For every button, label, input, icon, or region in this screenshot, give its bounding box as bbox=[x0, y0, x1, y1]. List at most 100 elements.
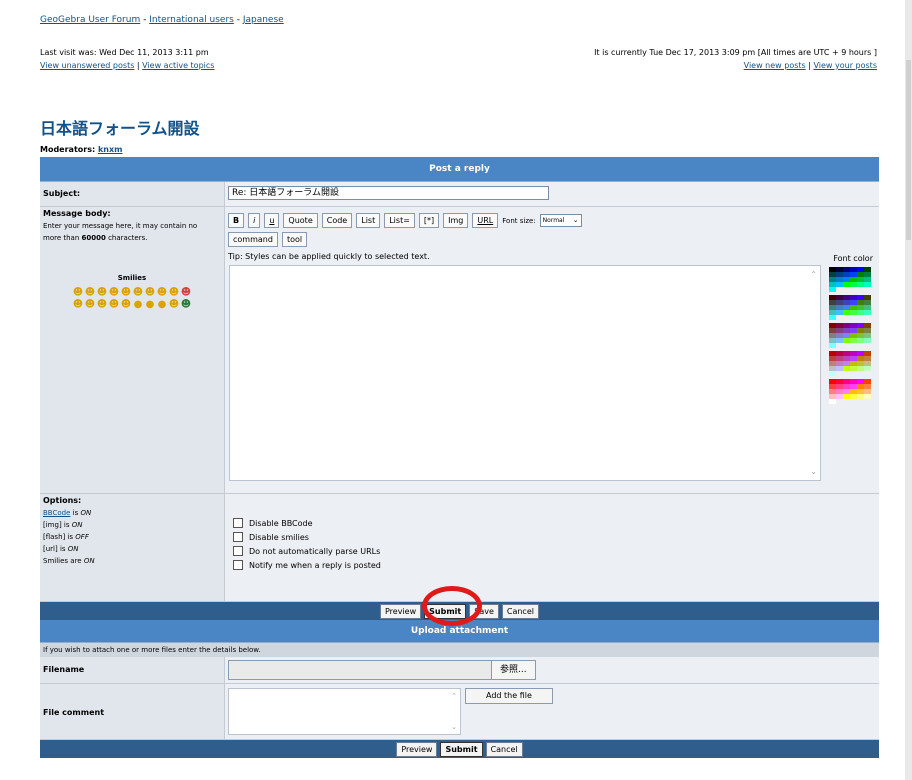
filename-input[interactable] bbox=[228, 660, 492, 680]
message-hint-suffix: characters. bbox=[105, 234, 148, 242]
smiley-icon[interactable]: ☻ bbox=[84, 287, 96, 299]
chevron-down-icon: ⌄ bbox=[572, 216, 579, 224]
view-yours-link[interactable]: View your posts bbox=[813, 61, 877, 70]
smiley-icon[interactable]: ☻ bbox=[120, 287, 132, 299]
checkbox[interactable] bbox=[233, 546, 243, 556]
checkbox[interactable] bbox=[233, 560, 243, 570]
checkbox[interactable] bbox=[233, 518, 243, 528]
message-textarea[interactable]: ⌃ ⌄ bbox=[229, 265, 821, 481]
smiley-icon[interactable]: ☻ bbox=[108, 299, 120, 311]
submit-button[interactable]: Submit bbox=[424, 603, 467, 619]
styles-tip: Tip: Styles can be applied quickly to se… bbox=[228, 252, 430, 261]
moderators: Moderators: knxm bbox=[40, 145, 123, 154]
post-reply-panel: Post a reply Subject: Re: 日本語フォーラム開設 Mes… bbox=[40, 157, 879, 758]
smilies-status: Smilies are ON bbox=[43, 557, 221, 565]
current-time-block: It is currently Tue Dec 17, 2013 3:09 pm… bbox=[594, 48, 877, 70]
list-item-button[interactable]: [*] bbox=[418, 213, 440, 228]
smiley-icon[interactable]: ● bbox=[156, 299, 168, 311]
font-size-label: Font size: bbox=[502, 216, 536, 225]
url-status-value: ON bbox=[67, 545, 79, 553]
breadcrumb-forum[interactable]: GeoGebra User Forum bbox=[40, 15, 140, 25]
checkbox[interactable] bbox=[233, 532, 243, 542]
smiley-icon[interactable]: ☻ bbox=[180, 299, 192, 311]
filename-label: Filename bbox=[43, 665, 85, 674]
add-file-button[interactable]: Add the file bbox=[465, 688, 553, 704]
save-button[interactable]: Save bbox=[469, 603, 499, 619]
smiley-icon[interactable]: ● bbox=[144, 299, 156, 311]
bbcode-link[interactable]: BBCode bbox=[43, 509, 70, 517]
subject-input[interactable]: Re: 日本語フォーラム開設 bbox=[228, 186, 549, 200]
underline-button[interactable]: u bbox=[264, 213, 280, 228]
bold-button[interactable]: B bbox=[228, 213, 245, 228]
message-row: Message body: Enter your message here, i… bbox=[40, 207, 879, 494]
url-status-label: [url] is bbox=[43, 545, 68, 553]
list-button[interactable]: List bbox=[356, 213, 381, 228]
notify-option[interactable]: Notify me when a reply is posted bbox=[233, 560, 876, 570]
flash-status: [flash] is OFF bbox=[43, 533, 221, 541]
smiley-icon[interactable]: ☻ bbox=[96, 287, 108, 299]
view-new-link[interactable]: View new posts bbox=[744, 61, 806, 70]
breadcrumb-japanese[interactable]: Japanese bbox=[243, 15, 284, 25]
smiley-icon[interactable]: ☻ bbox=[120, 299, 132, 311]
upload-info: If you wish to attach one or more files … bbox=[40, 643, 879, 657]
browse-button[interactable]: 参照... bbox=[491, 660, 536, 680]
breadcrumb: GeoGebra User Forum - International user… bbox=[40, 15, 284, 25]
scroll-down-icon[interactable]: ⌄ bbox=[810, 467, 817, 476]
smiley-icon[interactable]: ☻ bbox=[96, 299, 108, 311]
command-button[interactable]: command bbox=[228, 232, 278, 247]
smiley-icon[interactable]: ☻ bbox=[156, 287, 168, 299]
smiley-icon[interactable]: ☻ bbox=[168, 287, 180, 299]
message-hint-max: 60000 bbox=[81, 234, 106, 242]
view-unanswered-link[interactable]: View unanswered posts bbox=[40, 61, 134, 70]
cancel-button[interactable]: Cancel bbox=[501, 603, 539, 619]
message-label: Message body: bbox=[43, 209, 111, 218]
checkbox-label: Disable smilies bbox=[249, 532, 309, 542]
bbcode-status-suffix: is bbox=[70, 509, 81, 517]
submit-button-bottom[interactable]: Submit bbox=[440, 741, 483, 757]
checkbox-label: Disable BBCode bbox=[249, 518, 313, 528]
file-comment-row: File comment ⌃ ⌄ Add the file bbox=[40, 684, 879, 740]
font-color-label: Font color bbox=[833, 254, 873, 263]
smiley-icon[interactable]: ● bbox=[132, 299, 144, 311]
scroll-down-icon[interactable]: ⌄ bbox=[451, 723, 457, 731]
scrollbar[interactable] bbox=[905, 0, 912, 780]
preview-button-bottom[interactable]: Preview bbox=[396, 741, 438, 757]
scroll-up-icon[interactable]: ⌃ bbox=[451, 692, 457, 700]
quote-button[interactable]: Quote bbox=[283, 213, 318, 228]
disable-bbcode-option[interactable]: Disable BBCode bbox=[233, 518, 876, 528]
cancel-button-bottom[interactable]: Cancel bbox=[485, 741, 523, 757]
smiley-icon[interactable]: ☻ bbox=[108, 287, 120, 299]
breadcrumb-international[interactable]: International users bbox=[149, 15, 234, 25]
last-visit-block: Last visit was: Wed Dec 11, 2013 3:11 pm… bbox=[40, 48, 215, 70]
smiley-icon[interactable]: ☻ bbox=[168, 299, 180, 311]
img-status: [img] is ON bbox=[43, 521, 221, 529]
font-color-palette[interactable] bbox=[829, 267, 873, 407]
message-hint-line1: Enter your message here, it may contain … bbox=[43, 222, 198, 230]
bbcode-toolbar: B i u Quote Code List List= [*] Img URL … bbox=[228, 213, 876, 228]
smiley-icon[interactable]: ☻ bbox=[72, 299, 84, 311]
preview-button[interactable]: Preview bbox=[380, 603, 422, 619]
scrollbar-thumb[interactable] bbox=[906, 60, 911, 240]
tool-button[interactable]: tool bbox=[281, 232, 308, 247]
view-active-link[interactable]: View active topics bbox=[142, 61, 214, 70]
disable-smilies-option[interactable]: Disable smilies bbox=[233, 532, 876, 542]
scroll-up-icon[interactable]: ⌃ bbox=[810, 270, 817, 279]
italic-button[interactable]: i bbox=[248, 213, 261, 228]
smilies-title: Smilies bbox=[117, 274, 147, 282]
smiley-icon[interactable]: ☻ bbox=[84, 299, 96, 311]
smiley-icon[interactable]: ☻ bbox=[72, 287, 84, 299]
smiley-icon[interactable]: ☻ bbox=[180, 287, 192, 299]
post-reply-header: Post a reply bbox=[40, 157, 879, 182]
ordered-list-button[interactable]: List= bbox=[384, 213, 415, 228]
font-size-select[interactable]: Normal ⌄ bbox=[539, 214, 582, 227]
extra-toolbar: command tool bbox=[228, 232, 876, 247]
img-button[interactable]: Img bbox=[443, 213, 469, 228]
smiley-icon[interactable]: ☻ bbox=[132, 287, 144, 299]
moderator-link[interactable]: knxm bbox=[98, 145, 123, 154]
smiley-icon[interactable]: ☻ bbox=[144, 287, 156, 299]
file-comment-textarea[interactable]: ⌃ ⌄ bbox=[228, 688, 461, 735]
no-parse-urls-option[interactable]: Do not automatically parse URLs bbox=[233, 546, 876, 556]
topic-title[interactable]: 日本語フォーラム開設 bbox=[40, 115, 200, 139]
url-button[interactable]: URL bbox=[472, 213, 499, 228]
code-button[interactable]: Code bbox=[321, 213, 353, 228]
